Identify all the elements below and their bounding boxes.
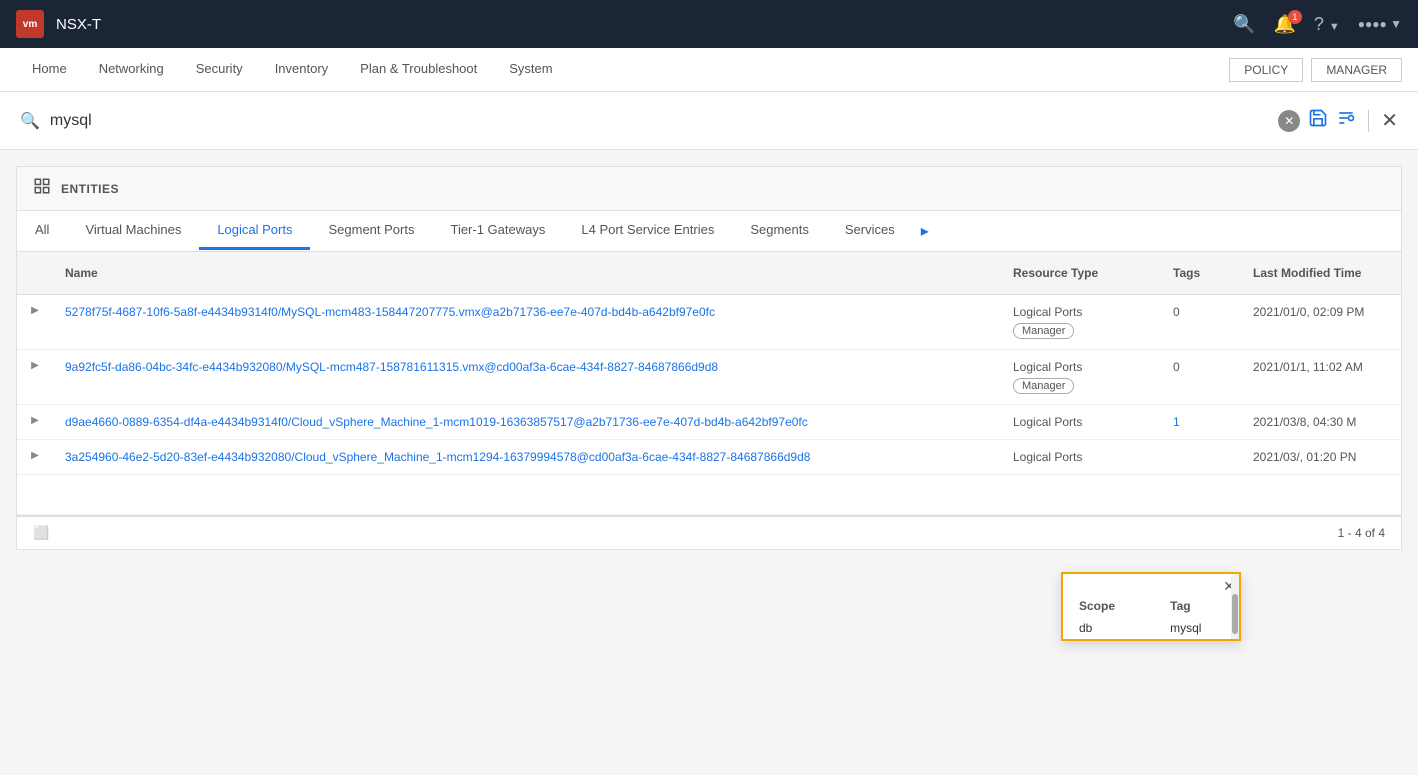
- main-content: ENTITIES All Virtual Machines Logical Po…: [0, 150, 1418, 566]
- top-bar-left: vm NSX-T: [16, 10, 101, 38]
- search-actions: ✕ ✕: [1278, 108, 1398, 133]
- table-row: ▶ 9a92fc5f-da86-04bc-34fc-e4434b932080/M…: [17, 350, 1401, 405]
- row-expand-4[interactable]: ▶: [17, 440, 53, 471]
- tab-all[interactable]: All: [17, 212, 67, 250]
- row-tags-3[interactable]: 1: [1161, 405, 1241, 439]
- user-menu[interactable]: ●●●● ▼: [1358, 17, 1402, 31]
- notification-icon[interactable]: 🔔 1: [1273, 14, 1295, 35]
- panel-toggle-icon[interactable]: ⬜: [33, 525, 49, 541]
- nav-item-plan[interactable]: Plan & Troubleshoot: [344, 48, 493, 91]
- tag-scroll-thumb: [1232, 594, 1238, 634]
- col-name: Name: [53, 260, 1001, 286]
- policy-button[interactable]: POLICY: [1229, 58, 1303, 82]
- entities-icon: [33, 177, 51, 200]
- row-name-1[interactable]: 5278f75f-4687-10f6-5a8f-e4434b9314f0/MyS…: [53, 295, 1001, 329]
- nav-item-networking[interactable]: Networking: [83, 48, 180, 91]
- row-expand-3[interactable]: ▶: [17, 405, 53, 436]
- search-magnifier-icon: 🔍: [20, 111, 40, 131]
- manager-badge-1: Manager: [1013, 323, 1074, 339]
- top-bar: vm NSX-T 🔍 🔔 1 ? ▼ ●●●● ▼: [0, 0, 1418, 48]
- nav-item-inventory[interactable]: Inventory: [259, 48, 344, 91]
- tag-value: mysql: [1154, 617, 1239, 639]
- search-input[interactable]: [50, 112, 1278, 130]
- row-tags-4: [1161, 440, 1241, 460]
- row-name-4[interactable]: 3a254960-46e2-5d20-83ef-e4434b932080/Clo…: [53, 440, 1001, 474]
- row-date-1: 2021/01/0, 02:09 PM: [1241, 295, 1401, 329]
- tab-virtual-machines[interactable]: Virtual Machines: [67, 212, 199, 250]
- nav-left: Home Networking Security Inventory Plan …: [16, 48, 569, 91]
- search-save-button[interactable]: [1308, 108, 1328, 133]
- nav-item-home[interactable]: Home: [16, 48, 83, 91]
- tags-link-3[interactable]: 1: [1173, 415, 1180, 429]
- app-title: NSX-T: [56, 16, 101, 33]
- col-tags: Tags: [1161, 260, 1241, 286]
- row-name-3[interactable]: d9ae4660-0889-6354-df4a-e4434b9314f0/Clo…: [53, 405, 1001, 439]
- page-info: 1 - 4 of 4: [1338, 526, 1385, 540]
- tag-popup-row: db mysql: [1063, 617, 1239, 639]
- row-name-2[interactable]: 9a92fc5f-da86-04bc-34fc-e4434b932080/MyS…: [53, 350, 1001, 384]
- row-expand-1[interactable]: ▶: [17, 295, 53, 326]
- row-resource-1: Logical Ports Manager: [1001, 295, 1161, 349]
- col-expand: [17, 260, 53, 286]
- table-row: ▶ d9ae4660-0889-6354-df4a-e4434b9314f0/C…: [17, 405, 1401, 440]
- nav-item-security[interactable]: Security: [180, 48, 259, 91]
- entities-label: ENTITIES: [61, 182, 119, 196]
- tab-more-button[interactable]: ▸: [913, 211, 937, 251]
- tag-popup: ✕ Scope Tag db mysql: [1061, 572, 1241, 641]
- row-tags-2: 0: [1161, 350, 1241, 384]
- row-resource-4: Logical Ports: [1001, 440, 1161, 474]
- tag-popup-header: ✕: [1063, 574, 1239, 595]
- nav-right: POLICY MANAGER: [1229, 48, 1402, 91]
- tab-tier1-gateways[interactable]: Tier-1 Gateways: [432, 212, 563, 250]
- search-close-button[interactable]: ✕: [1381, 108, 1398, 133]
- notification-badge: 1: [1288, 10, 1302, 24]
- manager-badge-2: Manager: [1013, 378, 1074, 394]
- row-resource-3: Logical Ports: [1001, 405, 1161, 439]
- table-container: Name Resource Type Tags Last Modified Ti…: [16, 251, 1402, 516]
- row-date-4: 2021/03/, 01:20 PN: [1241, 440, 1401, 474]
- top-bar-right: 🔍 🔔 1 ? ▼ ●●●● ▼: [1233, 14, 1402, 35]
- scope-value: db: [1063, 617, 1154, 639]
- search-icon[interactable]: 🔍: [1233, 14, 1255, 35]
- tag-col-header: Tag: [1154, 595, 1239, 617]
- table-row: ▶ 5278f75f-4687-10f6-5a8f-e4434b9314f0/M…: [17, 295, 1401, 350]
- col-date: Last Modified Time: [1241, 260, 1401, 286]
- row-resource-2: Logical Ports Manager: [1001, 350, 1161, 404]
- col-resource-type: Resource Type: [1001, 260, 1161, 286]
- nav-bar: Home Networking Security Inventory Plan …: [0, 48, 1418, 92]
- search-filter-button[interactable]: [1336, 108, 1356, 133]
- vm-logo: vm: [16, 10, 44, 38]
- row-expand-2[interactable]: ▶: [17, 350, 53, 381]
- tab-services[interactable]: Services: [827, 212, 913, 250]
- tab-logical-ports[interactable]: Logical Ports: [199, 212, 310, 250]
- row-tags-1: 0: [1161, 295, 1241, 329]
- table-row: ▶ 3a254960-46e2-5d20-83ef-e4434b932080/C…: [17, 440, 1401, 475]
- tabs-container: All Virtual Machines Logical Ports Segme…: [16, 210, 1402, 251]
- tag-popup-scrollbar[interactable]: [1231, 574, 1239, 639]
- tag-popup-table: Scope Tag db mysql: [1063, 595, 1239, 639]
- empty-row: [17, 475, 1401, 515]
- tab-l4-port[interactable]: L4 Port Service Entries: [563, 212, 732, 250]
- entities-header: ENTITIES: [16, 166, 1402, 210]
- row-date-3: 2021/03/8, 04:30 M: [1241, 405, 1401, 439]
- user-label: ●●●● ▼: [1358, 17, 1402, 31]
- search-clear-button[interactable]: ✕: [1278, 110, 1300, 132]
- search-divider: [1368, 110, 1369, 132]
- tab-segments[interactable]: Segments: [732, 212, 827, 250]
- table-header: Name Resource Type Tags Last Modified Ti…: [17, 252, 1401, 295]
- table-footer: ⬜ 1 - 4 of 4: [16, 516, 1402, 550]
- scope-col-header: Scope: [1063, 595, 1154, 617]
- search-box: 🔍: [20, 111, 1278, 131]
- tab-segment-ports[interactable]: Segment Ports: [310, 212, 432, 250]
- search-container: 🔍 ✕ ✕: [0, 92, 1418, 150]
- nav-item-system[interactable]: System: [493, 48, 568, 91]
- help-icon[interactable]: ? ▼: [1314, 14, 1340, 35]
- manager-button[interactable]: MANAGER: [1311, 58, 1402, 82]
- row-date-2: 2021/01/1, 11:02 AM: [1241, 350, 1401, 384]
